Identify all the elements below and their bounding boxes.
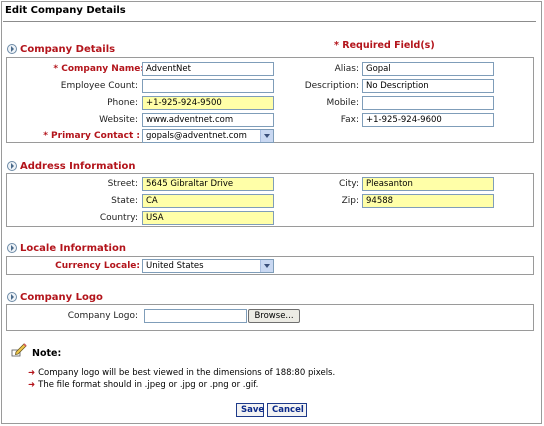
primary-contact-select[interactable]: gopals@adventnet.com — [142, 129, 274, 143]
expand-arrow-icon[interactable] — [7, 243, 17, 253]
company-details-box: * Company Name: AdventNet Alias: Gopal E… — [6, 57, 534, 143]
company-logo-label: Company Logo: — [67, 311, 138, 321]
section-company-details[interactable]: Company Details — [7, 43, 115, 55]
alias-input[interactable]: Gopal — [362, 62, 494, 76]
arrow-right-icon: ➜ — [28, 368, 36, 378]
fax-label: Fax: — [340, 115, 359, 125]
note-line: ➜ The file format should in .jpeg or .jpg… — [28, 380, 258, 390]
country-input[interactable]: USA — [142, 211, 274, 225]
fax-input[interactable]: +1-925-924-9600 — [362, 113, 494, 127]
pencil-note-icon — [11, 343, 27, 357]
page-title: Edit Company Details — [5, 5, 126, 16]
section-company-logo[interactable]: Company Logo — [7, 291, 103, 303]
primary-contact-label: * Primary Contact : — [43, 131, 140, 141]
website-label: Website: — [99, 115, 138, 125]
company-name-input[interactable]: AdventNet — [142, 62, 274, 76]
logo-box: Company Logo: Browse... — [6, 304, 534, 331]
phone-input[interactable]: +1-925-924-9500 — [142, 96, 274, 110]
description-label: Description: — [304, 81, 359, 91]
description-input[interactable]: No Description — [362, 79, 494, 93]
browse-button[interactable]: Browse... — [248, 309, 300, 323]
employee-count-input[interactable] — [142, 79, 274, 93]
required-fields-note: * Required Field(s) — [334, 40, 435, 51]
save-button[interactable]: Save — [236, 403, 264, 417]
phone-label: Phone: — [107, 98, 138, 108]
primary-contact-value: gopals@adventnet.com — [146, 131, 247, 141]
country-label: Country: — [99, 213, 138, 223]
expand-arrow-icon[interactable] — [7, 292, 17, 302]
section-title: Company Details — [20, 43, 116, 55]
cancel-button[interactable]: Cancel — [267, 403, 307, 417]
note-title: Note: — [32, 348, 62, 359]
street-input[interactable]: 5645 Gibraltar Drive — [142, 177, 274, 191]
website-input[interactable]: www.adventnet.com — [142, 113, 274, 127]
section-address-information[interactable]: Address Information — [7, 160, 136, 172]
state-input[interactable]: CA — [142, 194, 274, 208]
mobile-input[interactable] — [362, 96, 494, 110]
chevron-down-icon[interactable] — [260, 130, 273, 142]
city-label: City: — [338, 179, 359, 189]
section-title: Address Information — [20, 160, 136, 172]
state-label: State: — [111, 196, 138, 206]
locale-box: Currency Locale: United States — [6, 256, 534, 275]
street-label: Street: — [107, 179, 138, 189]
note-text: The file format should in .jpeg or .jpg … — [38, 380, 259, 390]
chevron-down-icon[interactable] — [260, 260, 273, 272]
zip-input[interactable]: 94588 — [362, 194, 494, 208]
note-line: ➜ Company logo will be best viewed in the… — [28, 368, 335, 378]
expand-arrow-icon[interactable] — [7, 44, 17, 54]
address-box: Street: 5645 Gibraltar Drive City: Pleas… — [6, 173, 534, 227]
section-title: Company Logo — [20, 291, 103, 303]
company-logo-file-input[interactable] — [144, 309, 247, 323]
note-text: Company logo will be best viewed in the … — [38, 368, 336, 378]
section-locale-information[interactable]: Locale Information — [7, 242, 126, 254]
arrow-right-icon: ➜ — [28, 380, 36, 390]
title-divider — [3, 21, 536, 22]
currency-locale-label: Currency Locale: — [55, 261, 140, 271]
section-title: Locale Information — [20, 242, 126, 254]
currency-locale-select[interactable]: United States — [142, 259, 274, 273]
mobile-label: Mobile: — [326, 98, 359, 108]
employee-count-label: Employee Count: — [60, 81, 138, 91]
company-name-label: * Company Name: — [53, 64, 144, 74]
zip-label: Zip: — [341, 196, 359, 206]
currency-locale-value: United States — [146, 261, 204, 271]
expand-arrow-icon[interactable] — [7, 161, 17, 171]
city-input[interactable]: Pleasanton — [362, 177, 494, 191]
alias-label: Alias: — [334, 64, 359, 74]
